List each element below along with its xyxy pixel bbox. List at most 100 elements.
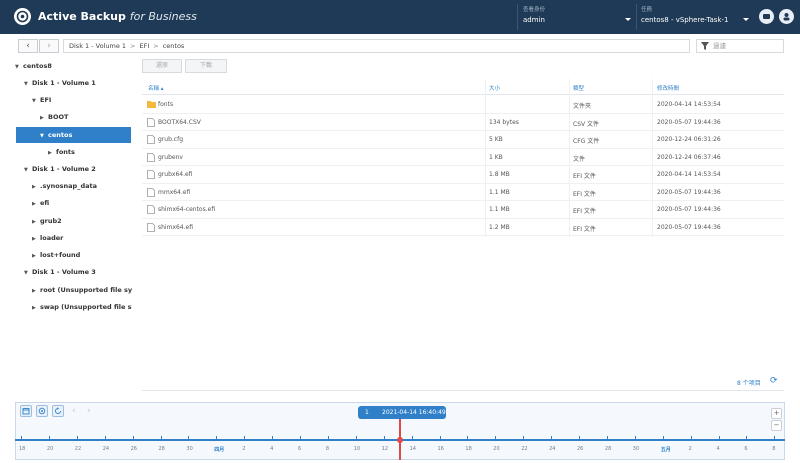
- tree-node[interactable]: ▶ .synosnap_data: [32, 178, 131, 194]
- table-row[interactable]: mmx64.efi 1.1 MB EFI 文件 2020-05-07 19:44:36: [142, 184, 784, 201]
- timeline-tick-mark: [551, 436, 553, 440]
- timeline-tick-label: 26: [577, 446, 584, 452]
- tree-node[interactable]: ▶ efi: [32, 195, 131, 211]
- user-icon[interactable]: [779, 9, 794, 24]
- timeline-tick-label: 10: [353, 446, 361, 452]
- account-selector[interactable]: 查看身份 admin: [523, 5, 633, 29]
- message-icon[interactable]: [759, 9, 774, 24]
- timeline-tick-mark: [300, 436, 301, 440]
- timeline-tick-label: 6: [298, 446, 302, 452]
- tree-node[interactable]: ▶ BOOT: [40, 109, 131, 125]
- tree-node[interactable]: ▶ lost+found: [32, 247, 131, 263]
- table-row[interactable]: shimx64.efi 1.2 MB EFI 文件 2020-05-07 19:44:…: [142, 219, 784, 236]
- table-row[interactable]: BOOTX64.CSV 134 bytes CSV 文件 2020-05-07 19:…: [142, 114, 784, 131]
- timeline-tick-label: 14: [409, 446, 416, 452]
- chevron-down-icon: [743, 18, 749, 21]
- timeline-tick-mark: [495, 436, 497, 440]
- column-header-size[interactable]: 大小: [489, 84, 500, 92]
- chevron-left-icon: ‹: [26, 41, 30, 51]
- timeline-tick-mark: [76, 436, 78, 440]
- download-button[interactable]: 下載: [185, 59, 227, 73]
- tree-node[interactable]: ▼ Disk 1 - Volume 2: [24, 161, 131, 177]
- chevron-right-icon: ›: [47, 41, 51, 51]
- timeline-tick-label: 6: [744, 446, 748, 452]
- tree-node[interactable]: ▼ Disk 1 - Volume 3: [24, 264, 131, 280]
- item-count: 8 个项目: [737, 380, 761, 387]
- timeline-tick-mark: [690, 436, 692, 440]
- timeline-tick-mark: [411, 436, 413, 440]
- timeline-prev-icon[interactable]: ‹: [72, 406, 76, 416]
- table-row[interactable]: fonts 文件夾 2020-04-14 14:53:54: [142, 96, 784, 114]
- current-version-badge: 1 2021-04-14 16:40:49: [358, 406, 446, 419]
- timeline-tick-mark: [327, 436, 329, 440]
- timeline-tick-label: 四月: [214, 447, 225, 453]
- forward-button[interactable]: ›: [39, 39, 59, 53]
- folder-tree: ▼ centos8 ▼ Disk 1 - Volume 1 ▼ EFI ▶ BOOT ▼…: [0, 56, 135, 388]
- tree-node[interactable]: ▶ loader: [32, 230, 131, 246]
- timeline-tick-label: 2: [688, 446, 692, 452]
- table-row[interactable]: grub.cfg 5 KB CFG 文件 2020-12-24 06:31:26: [142, 131, 784, 149]
- target-icon[interactable]: [36, 405, 48, 417]
- timeline-tick-mark: [216, 436, 218, 440]
- chevron-down-icon: [625, 18, 631, 21]
- header-divider: [636, 4, 637, 30]
- grid-header: 名稱 ▴ 大小 類型 修改時間: [142, 79, 784, 95]
- column-header-name[interactable]: 名稱 ▴: [148, 84, 164, 92]
- tree-node-selected[interactable]: ▼ centos: [16, 127, 131, 143]
- back-button[interactable]: ‹: [18, 39, 38, 53]
- task-selector[interactable]: 任務 centos8 - vSphere-Task-1: [641, 5, 751, 29]
- breadcrumb-item[interactable]: Disk 1 - Volume 1: [69, 42, 126, 50]
- timeline-next-icon[interactable]: ›: [87, 406, 91, 416]
- table-row[interactable]: grubenv 1 KB 文件 2020-12-24 06:37:46: [142, 149, 784, 166]
- timeline-tick-label: 24: [549, 446, 556, 452]
- timeline-tick-mark: [746, 436, 748, 440]
- breadcrumb-item[interactable]: EFI: [139, 42, 149, 50]
- timeline-tick-mark: [718, 436, 720, 440]
- timeline-tick-label: 18: [465, 446, 472, 452]
- column-header-modified[interactable]: 修改時間: [657, 84, 679, 92]
- restore-button[interactable]: 還原: [142, 59, 182, 73]
- timeline-tick-mark: [132, 436, 134, 440]
- zoom-out-icon[interactable]: −: [771, 420, 782, 431]
- app-header: Active Backup for Business 查看身份 admin 任務…: [0, 0, 800, 34]
- tree-node[interactable]: ▼ Disk 1 - Volume 1: [24, 75, 131, 91]
- timeline-tick-label: 8: [325, 446, 330, 452]
- timeline-tick-label: 8: [772, 446, 776, 452]
- tree-node[interactable]: ▶swap (Unsupported file system: [32, 299, 132, 315]
- timeline-tick-label: 30: [186, 446, 193, 452]
- timeline-tick-label: 18: [19, 446, 26, 452]
- filter-input[interactable]: 過濾: [696, 39, 784, 53]
- timeline-tick-label: 五月: [660, 447, 671, 453]
- calendar-icon[interactable]: [20, 405, 32, 417]
- tree-node[interactable]: ▶ fonts: [48, 144, 131, 160]
- timeline-tick-mark: [383, 436, 385, 440]
- file-icon: [147, 170, 155, 179]
- timeline-tick-mark: [160, 436, 162, 440]
- zoom-in-icon[interactable]: +: [771, 408, 782, 419]
- column-header-type[interactable]: 類型: [573, 84, 584, 92]
- tree-node[interactable]: ▼ centos8: [15, 58, 131, 74]
- timeline-tick-label: 28: [604, 446, 612, 452]
- tree-node[interactable]: ▶root (Unsupported file system: [32, 282, 132, 298]
- timeline-tick-mark: [272, 436, 274, 440]
- timeline-tick-label: 26: [130, 446, 137, 452]
- footer-divider: [142, 390, 784, 391]
- file-icon: [147, 205, 155, 214]
- refresh-icon[interactable]: ⟳: [770, 376, 778, 386]
- breadcrumb-item[interactable]: centos: [163, 42, 185, 50]
- tree-node[interactable]: ▼ EFI: [32, 92, 131, 108]
- timeline-tick-mark: [21, 436, 22, 440]
- timeline-tick-label: 2: [242, 446, 246, 452]
- file-icon: [147, 117, 155, 127]
- timeline-tick-label: 4: [270, 446, 274, 452]
- timeline-tick-mark: [634, 436, 636, 440]
- timeline-tick-mark: [355, 436, 357, 440]
- reset-icon[interactable]: [52, 405, 64, 417]
- breadcrumb-separator: >: [130, 42, 136, 50]
- table-row[interactable]: shimx64-centos.efi 1.1 MB EFI 文件 2020-05-07…: [142, 201, 784, 219]
- tree-node[interactable]: ▶ grub2: [32, 213, 131, 229]
- timeline-tick-mark: [104, 436, 106, 440]
- timeline-tick-mark: [439, 436, 441, 440]
- app-logo-icon: [14, 8, 31, 25]
- table-row[interactable]: grubx64.efi 1.8 MB EFI 文件 2020-04-14 14:53:…: [142, 166, 784, 184]
